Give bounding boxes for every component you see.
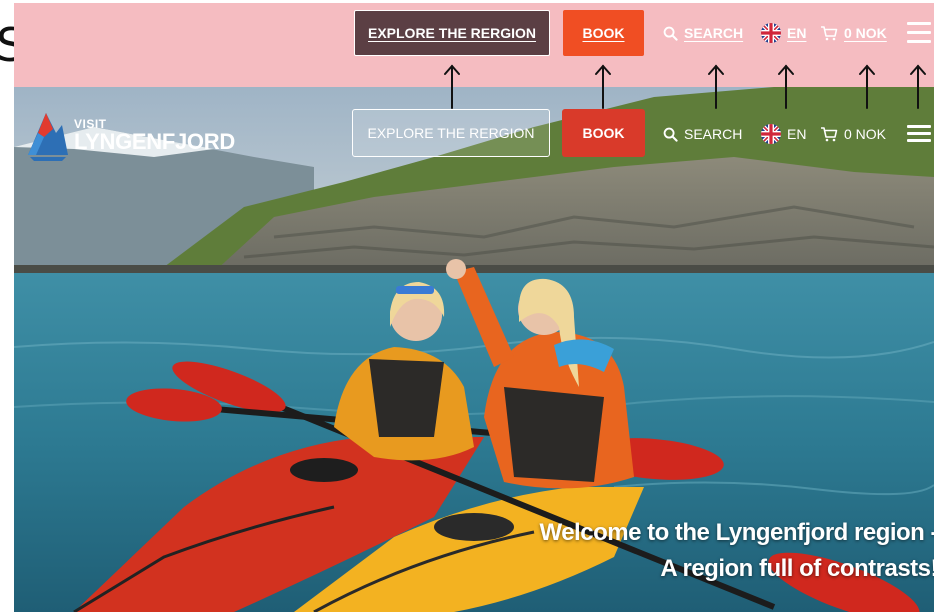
language-selector[interactable]: EN bbox=[761, 123, 806, 145]
cart-link[interactable]: 0 NOK bbox=[820, 123, 886, 145]
menu-button-zoomed[interactable] bbox=[907, 22, 931, 44]
search-icon bbox=[663, 127, 678, 142]
hamburger-icon bbox=[907, 22, 931, 25]
book-button-zoomed[interactable]: BOOK bbox=[563, 10, 644, 56]
book-button[interactable]: BOOK bbox=[562, 109, 645, 157]
search-label: SEARCH bbox=[684, 126, 743, 142]
cart-icon bbox=[821, 26, 838, 41]
cart-link-zoomed[interactable]: 0 NOK bbox=[820, 22, 887, 44]
language-label: EN bbox=[787, 126, 807, 142]
cart-icon bbox=[821, 127, 838, 142]
search-link[interactable]: SEARCH bbox=[663, 123, 742, 145]
mountain-logo-icon bbox=[28, 113, 68, 161]
search-link-zoomed[interactable]: SEARCH bbox=[663, 22, 743, 44]
cart-label: 0 NOK bbox=[844, 25, 887, 41]
uk-flag-icon bbox=[761, 124, 781, 144]
search-icon bbox=[663, 26, 678, 41]
logo-name-text: LYNGENFJORD bbox=[74, 129, 235, 154]
language-label: EN bbox=[787, 25, 807, 41]
site-logo[interactable]: VISIT LYNGENFJORD bbox=[26, 107, 235, 163]
uk-flag-icon bbox=[761, 23, 781, 43]
search-label: SEARCH bbox=[684, 25, 744, 41]
language-selector-zoomed[interactable]: EN bbox=[761, 22, 806, 44]
hero-tagline: Welcome to the Lyngenfjord region - A re… bbox=[539, 515, 934, 587]
cart-label: 0 NOK bbox=[844, 126, 887, 142]
hero-section: VISIT LYNGENFJORD EXPLORE THE RERGION BO… bbox=[14, 87, 934, 612]
menu-button[interactable] bbox=[907, 125, 931, 143]
tagline-line-1: Welcome to the Lyngenfjord region - bbox=[539, 519, 934, 546]
explore-region-button-zoomed[interactable]: EXPLORE THE RERGION bbox=[354, 10, 550, 56]
explore-region-button[interactable]: EXPLORE THE RERGION bbox=[352, 109, 550, 157]
tagline-line-2: A region full of contrasts! bbox=[660, 555, 934, 582]
hamburger-icon bbox=[907, 125, 931, 128]
